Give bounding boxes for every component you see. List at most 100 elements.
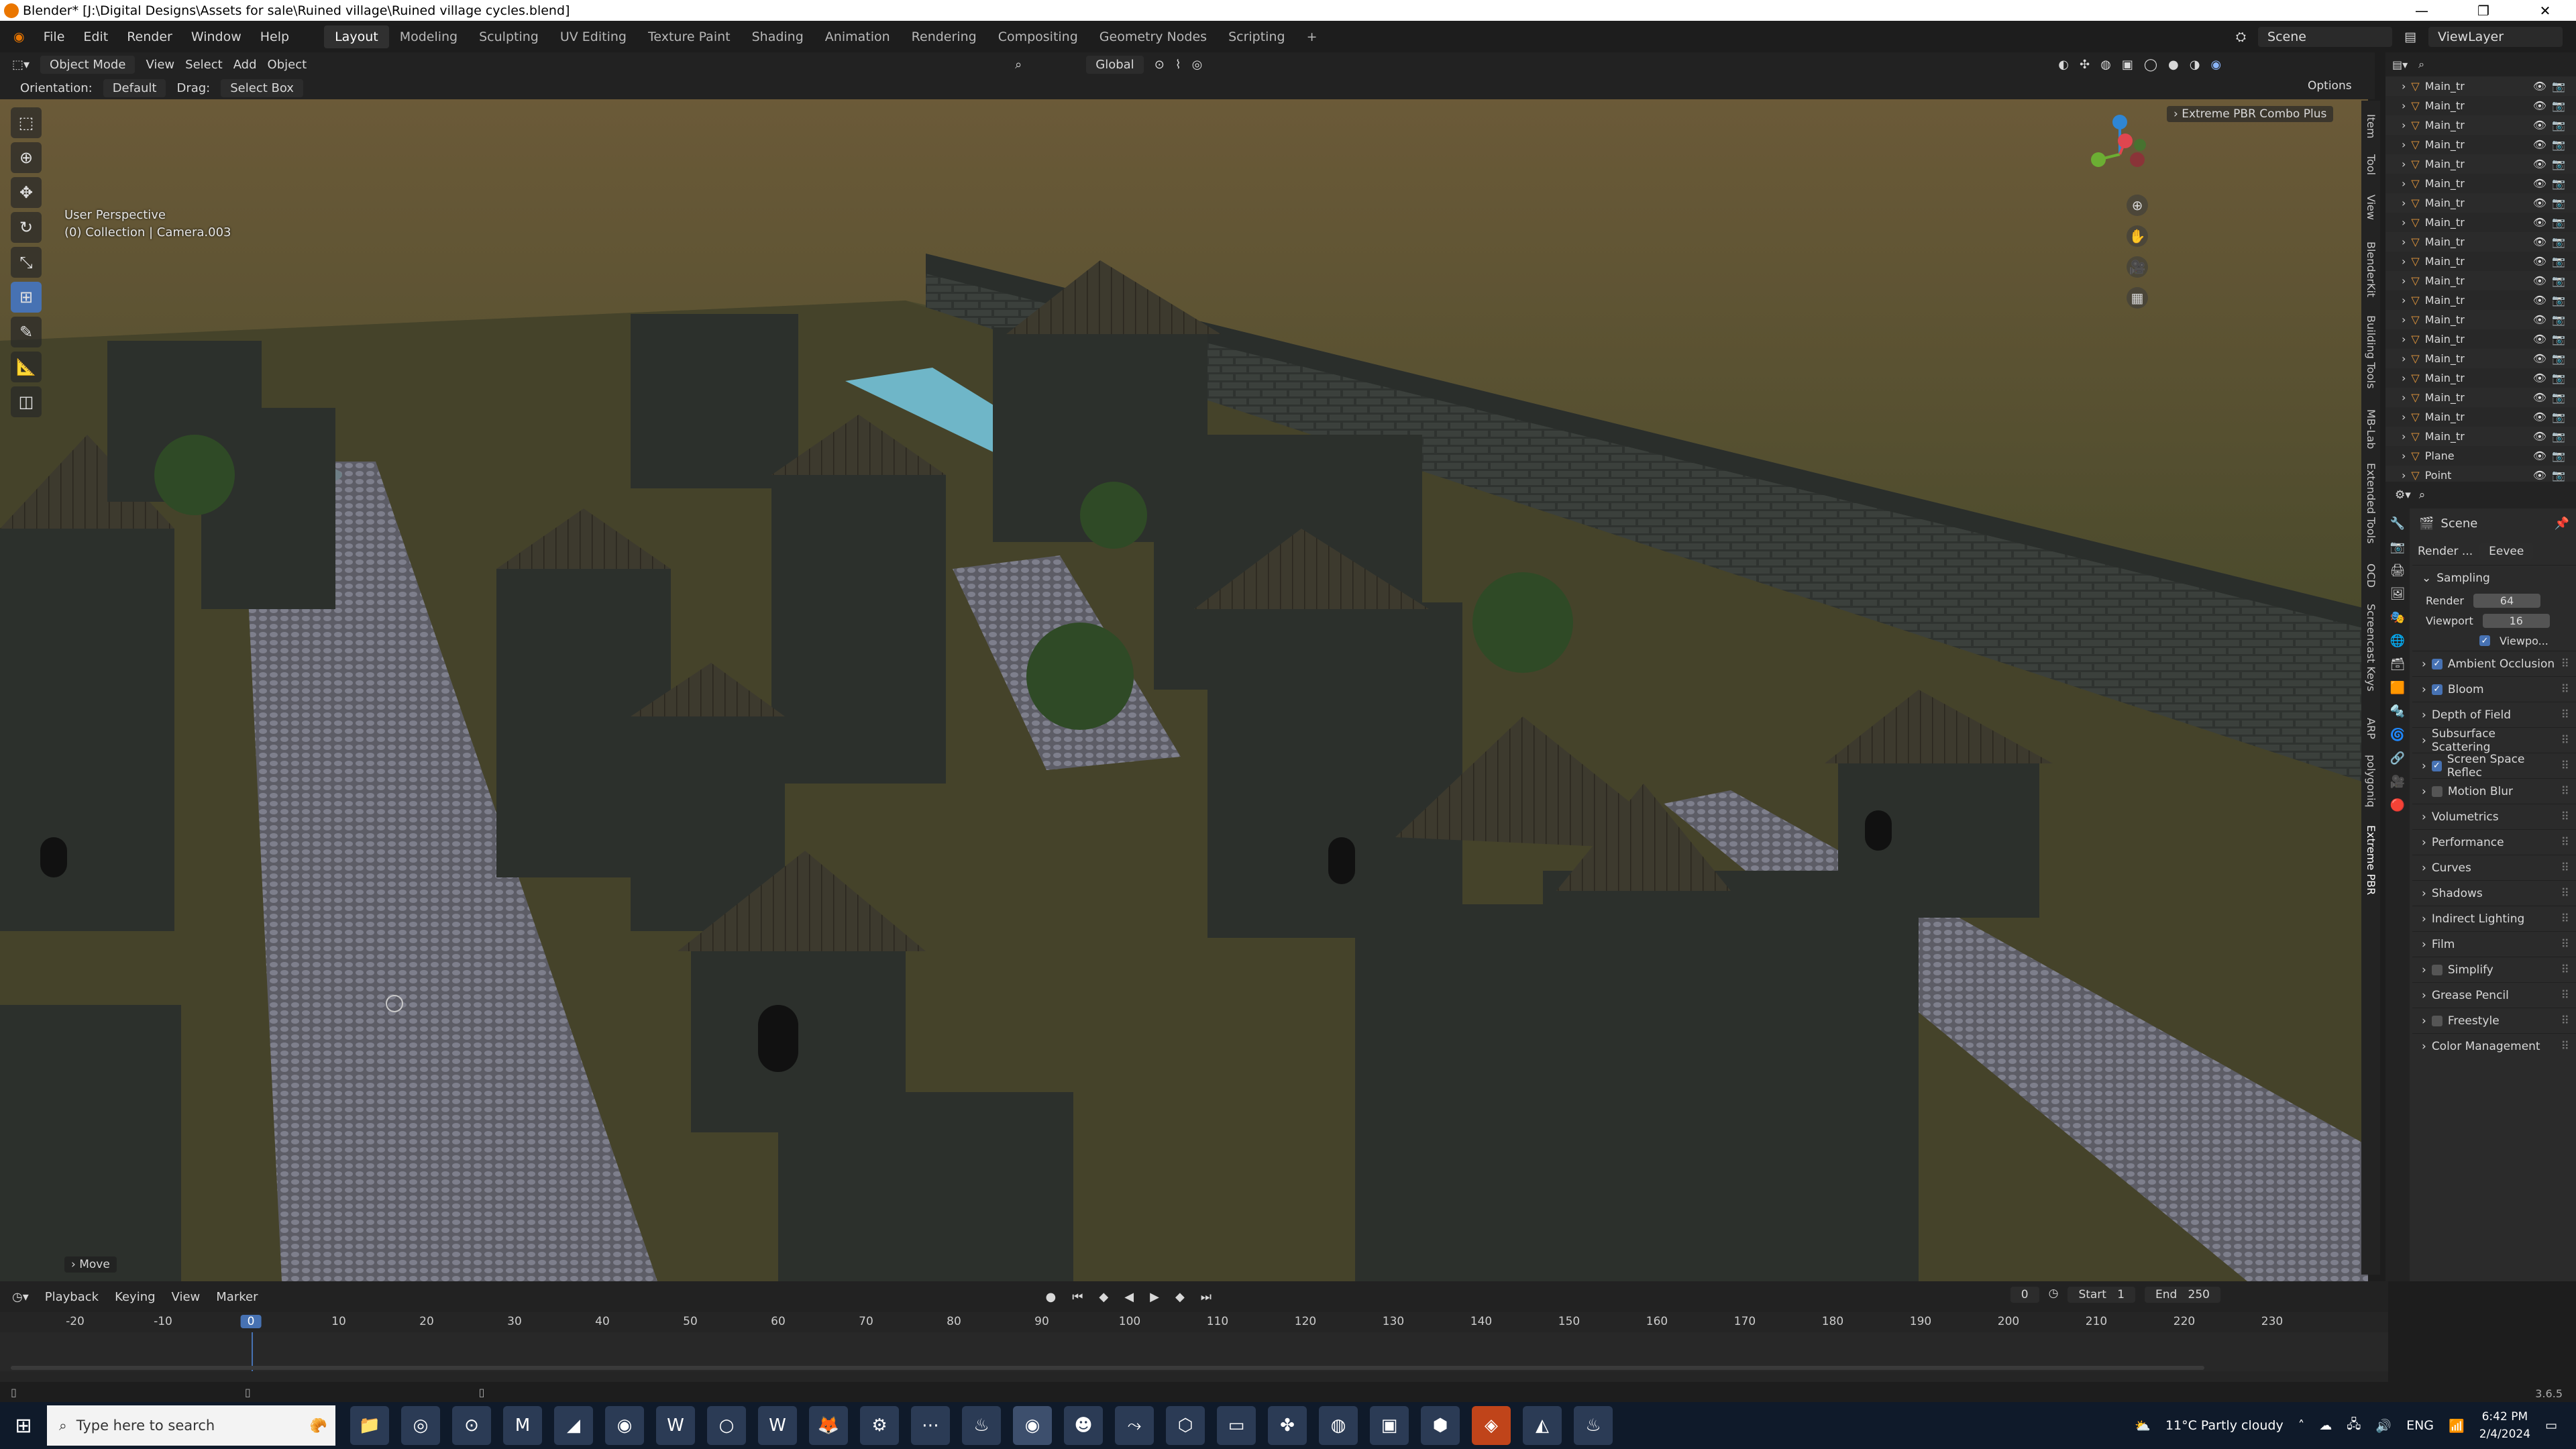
outliner-item[interactable]: › ▽ Main_tr 👁📷 xyxy=(2385,310,2576,329)
render-section-header[interactable]: › Freestyle ⠿ xyxy=(2412,1008,2576,1033)
tool-tab-icon[interactable]: 🔧 xyxy=(2390,517,2405,531)
app-icon-19[interactable]: ♨ xyxy=(1574,1406,1613,1445)
start-frame-field[interactable]: Start 1 xyxy=(2068,1287,2136,1303)
render-section-header[interactable]: › Grease Pencil ⠿ xyxy=(2412,982,2576,1008)
tab-building-tools[interactable]: Building Tools xyxy=(2365,315,2377,388)
pin-icon[interactable]: 📌 xyxy=(2555,517,2569,531)
search-icon[interactable]: ⌕ xyxy=(1015,58,1022,72)
wifi-icon[interactable]: 📶 xyxy=(2449,1418,2465,1434)
add-workspace-icon[interactable]: + xyxy=(1296,25,1328,48)
tab-geometry-nodes[interactable]: Geometry Nodes xyxy=(1089,25,1218,48)
outliner-item[interactable]: › ▽ Main_tr 👁📷 xyxy=(2385,329,2576,349)
outliner-item[interactable]: › ▽ Main_tr 👁📷 xyxy=(2385,388,2576,407)
physics-tab-icon[interactable]: 🌀 xyxy=(2390,728,2405,742)
drag-handle-icon[interactable]: ⠿ xyxy=(2561,683,2569,696)
tab-texture-paint[interactable]: Texture Paint xyxy=(637,25,741,48)
next-keyframe-icon[interactable]: ◆ xyxy=(1175,1290,1185,1304)
data-tab-icon[interactable]: 🎥 xyxy=(2390,775,2405,789)
network-icon[interactable]: 🖧 xyxy=(2347,1415,2361,1436)
visibility-toggles[interactable]: 👁📷 xyxy=(2533,197,2571,209)
section-enable-checkbox[interactable]: ✓ xyxy=(2431,684,2443,695)
render-section-header[interactable]: › ✓ Screen Space Reflec ⠿ xyxy=(2412,753,2576,780)
current-frame-field[interactable]: 0 xyxy=(2010,1287,2039,1303)
app-icon-10[interactable]: ⤳ xyxy=(1115,1406,1154,1445)
viewport-denoise-checkbox[interactable]: ✓ xyxy=(2479,635,2490,646)
render-section-header[interactable]: › Simplify ⠿ xyxy=(2412,957,2576,982)
visibility-icon[interactable]: ◐ xyxy=(2058,58,2069,72)
visibility-toggles[interactable]: 👁📷 xyxy=(2533,80,2571,93)
timeline-ruler[interactable]: -20 -10 0 10 20 30 40 50 60 70 80 90 100 110 120 130 140… xyxy=(0,1312,2388,1332)
3d-viewport[interactable]: User Perspective (0) Collection | Camera… xyxy=(0,99,2368,1281)
drag-handle-icon[interactable]: ⠿ xyxy=(2561,938,2569,951)
taskbar-search[interactable]: ⌕ Type here to search 🥐 xyxy=(47,1405,335,1446)
onedrive-icon[interactable]: ☁ xyxy=(2319,1418,2332,1433)
expand-chevron-icon[interactable]: › xyxy=(2402,469,2406,482)
ortho-grid-icon[interactable]: ▦ xyxy=(2127,287,2148,309)
shading-rendered-icon[interactable]: ◉ xyxy=(2210,58,2221,72)
tab-animation[interactable]: Animation xyxy=(814,25,901,48)
render-section-header[interactable]: › ✓ Ambient Occlusion ⠿ xyxy=(2412,651,2576,676)
object-tab-icon[interactable]: 🟧 xyxy=(2390,681,2405,695)
outliner-item[interactable]: › ▽ Main_tr 👁📷 xyxy=(2385,349,2576,368)
annotate-tool-icon[interactable]: ✎ xyxy=(11,317,42,347)
drag-handle-icon[interactable]: ⠿ xyxy=(2561,734,2569,747)
expand-chevron-icon[interactable]: › xyxy=(2402,80,2406,93)
snap-icon[interactable]: ⌇ xyxy=(1175,58,1181,72)
tab-item[interactable]: Item xyxy=(2365,114,2377,138)
expand-chevron-icon[interactable]: › xyxy=(2402,391,2406,404)
app-icon-11[interactable]: ⬡ xyxy=(1166,1406,1205,1445)
outliner-item[interactable]: › ▽ Main_tr 👁📷 xyxy=(2385,252,2576,271)
drag-handle-icon[interactable]: ⠿ xyxy=(2561,963,2569,977)
expand-chevron-icon[interactable]: › xyxy=(2402,255,2406,268)
menu-select[interactable]: Select xyxy=(185,58,223,72)
render-section-header[interactable]: › Curves ⠿ xyxy=(2412,855,2576,880)
outliner-item[interactable]: › ▽ Main_tr 👁📷 xyxy=(2385,407,2576,427)
properties-editor-icon[interactable]: ⚙▾ xyxy=(2395,488,2411,502)
drag-handle-icon[interactable]: ⠿ xyxy=(2561,861,2569,875)
expand-chevron-icon[interactable]: › xyxy=(2402,158,2406,170)
viewport-samples-field[interactable]: 16 xyxy=(2482,613,2550,628)
rotate-tool-icon[interactable]: ↻ xyxy=(11,212,42,243)
tab-ocd[interactable]: OCD xyxy=(2365,564,2377,588)
last-operator-panel[interactable]: › Move xyxy=(64,1256,117,1273)
visibility-toggles[interactable]: 👁📷 xyxy=(2533,469,2571,482)
clock[interactable]: 6:42 PM 2/4/2024 xyxy=(2479,1408,2530,1443)
tab-tool[interactable]: Tool xyxy=(2365,154,2377,175)
expand-chevron-icon[interactable]: › xyxy=(2402,294,2406,307)
drag-dropdown[interactable]: Select Box xyxy=(221,78,303,97)
pan-hand-icon[interactable]: ✋ xyxy=(2127,225,2148,247)
cursor-tool-icon[interactable]: ⊕ xyxy=(11,142,42,173)
app-icon-14[interactable]: ◍ xyxy=(1319,1406,1358,1445)
render-section-header[interactable]: › Performance ⠿ xyxy=(2412,829,2576,855)
expand-chevron-icon[interactable]: › xyxy=(2402,235,2406,248)
zoom-icon[interactable]: ⊕ xyxy=(2127,195,2148,216)
play-reverse-icon[interactable]: ◀ xyxy=(1124,1290,1134,1304)
expand-chevron-icon[interactable]: › xyxy=(2402,274,2406,287)
orientation-dropdown[interactable]: Default xyxy=(103,78,166,97)
expand-chevron-icon[interactable]: › xyxy=(2402,99,2406,112)
constraint-tab-icon[interactable]: 🔗 xyxy=(2390,751,2405,765)
expand-chevron-icon[interactable]: › xyxy=(2402,411,2406,423)
drag-handle-icon[interactable]: ⠿ xyxy=(2561,1040,2569,1053)
visibility-toggles[interactable]: 👁📷 xyxy=(2533,274,2571,287)
firefox-icon[interactable]: 🦊 xyxy=(809,1406,848,1445)
expand-chevron-icon[interactable]: › xyxy=(2402,333,2406,345)
tab-extended-tools[interactable]: Extended Tools xyxy=(2365,463,2377,544)
z-axis-icon[interactable] xyxy=(2112,115,2127,129)
app-icon-2[interactable]: ⊙ xyxy=(452,1406,491,1445)
tray-chevron-icon[interactable]: ˄ xyxy=(2298,1418,2305,1433)
app-icon-7[interactable]: ⚙ xyxy=(860,1406,899,1445)
tab-sculpting[interactable]: Sculpting xyxy=(468,25,549,48)
outliner-item[interactable]: › ▽ Main_tr 👁📷 xyxy=(2385,135,2576,154)
expand-chevron-icon[interactable]: › xyxy=(2402,119,2406,131)
outliner-item[interactable]: › ▽ Main_tr 👁📷 xyxy=(2385,213,2576,232)
section-enable-checkbox[interactable]: ✓ xyxy=(2431,658,2443,669)
outliner-item[interactable]: › ▽ Main_tr 👁📷 xyxy=(2385,174,2576,193)
visibility-toggles[interactable]: 👁📷 xyxy=(2533,138,2571,151)
expand-chevron-icon[interactable]: › xyxy=(2402,197,2406,209)
expand-chevron-icon[interactable]: › xyxy=(2402,430,2406,443)
expand-chevron-icon[interactable]: › xyxy=(2402,216,2406,229)
gizmo-toggle-icon[interactable]: ✣ xyxy=(2080,58,2090,72)
jump-start-icon[interactable]: ⏮ xyxy=(1072,1290,1083,1304)
drag-handle-icon[interactable]: ⠿ xyxy=(2561,836,2569,849)
